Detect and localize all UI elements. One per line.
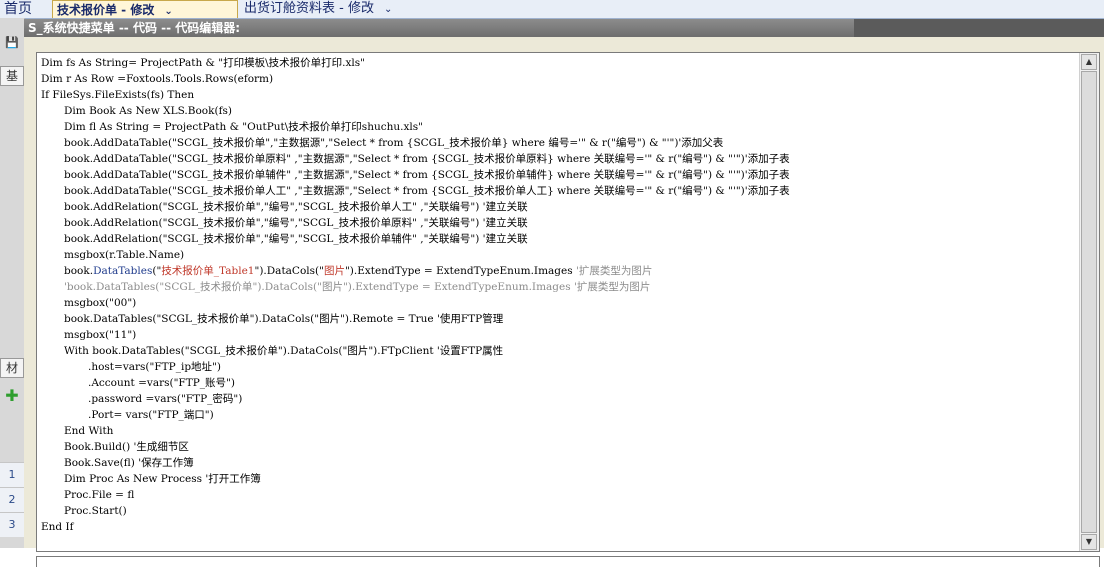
code-line: Book.Save(fl) '保存工作簿	[64, 457, 194, 469]
code-line: book.AddDataTable("SCGL_技术报价单原料" ,"主数据源"…	[64, 153, 790, 165]
scrollbar-thumb[interactable]	[1081, 71, 1097, 533]
code-line: .Port= vars("FTP_端口")	[88, 409, 214, 421]
code-line: End If	[41, 521, 74, 533]
tab-home[interactable]: 首页	[4, 0, 32, 18]
code-token: ").ExtendType = ExtendTypeEnum.Images	[344, 265, 576, 277]
grid-row-number: 3	[0, 512, 24, 537]
code-token: ").DataCols("	[254, 265, 324, 277]
code-line: If FileSys.FileExists(fs) Then	[41, 89, 195, 101]
chevron-down-icon[interactable]: ⌄	[384, 1, 392, 19]
code-line: book.DataTables("SCGL_技术报价单").DataCols("…	[64, 313, 504, 325]
tab-shipping-booking-edit-label: 出货订舱资料表 - 修改	[244, 1, 374, 16]
code-line: With book.DataTables("SCGL_技术报价单").DataC…	[64, 345, 504, 357]
code-area[interactable]: Dim fs As String= ProjectPath & "打印模板\技术…	[41, 55, 1077, 551]
code-token-string: 技术报价单_Table1	[161, 265, 255, 277]
background-left-panel: 💾 基 材 ✚ 1 2 3	[0, 18, 25, 548]
code-line: book.AddDataTable("SCGL_技术报价单辅件" ,"主数据源"…	[64, 169, 790, 181]
title-bar-shade	[854, 19, 1104, 37]
vertical-scrollbar[interactable]: ▲ ▼	[1079, 53, 1099, 551]
code-line-comment: 'book.DataTables("SCGL_技术报价单").DataCols(…	[64, 281, 651, 293]
code-line: book.AddDataTable("SCGL_技术报价单人工" ,"主数据源"…	[64, 185, 790, 197]
code-line: Proc.File = fl	[64, 489, 135, 501]
code-line: book.AddDataTable("SCGL_技术报价单","主数据源","S…	[64, 137, 724, 149]
code-line: .Account =vars("FTP_账号")	[88, 377, 235, 389]
code-line: msgbox(r.Table.Name)	[64, 249, 185, 261]
code-token-comment: '扩展类型为图片	[575, 265, 653, 277]
tab-tech-quote-edit-label: 技术报价单 - 修改	[57, 3, 155, 17]
code-line: book.AddRelation("SCGL_技术报价单","编号","SCGL…	[64, 233, 528, 245]
scroll-up-icon[interactable]: ▲	[1081, 54, 1097, 70]
code-line: book.AddRelation("SCGL_技术报价单","编号","SCGL…	[64, 217, 528, 229]
add-icon[interactable]: ✚	[0, 386, 24, 405]
code-line: Dim fs As String= ProjectPath & "打印模板\技术…	[41, 57, 365, 69]
code-token-string: 图片	[323, 265, 345, 277]
tab-material[interactable]: 材	[0, 358, 24, 378]
output-panel[interactable]	[36, 556, 1100, 567]
code-line: End With	[64, 425, 114, 437]
tab-shipping-booking-edit[interactable]: 出货订舱资料表 - 修改 ⌄	[244, 0, 392, 18]
code-token-keyword: DataTables	[93, 265, 153, 277]
code-line: Dim r As Row =Foxtools.Tools.Rows(eform)	[41, 73, 274, 85]
code-line: Book.Build() '生成细节区	[64, 441, 189, 453]
tab-tech-quote-edit[interactable]: 技术报价单 - 修改 ⌄	[52, 0, 238, 18]
code-token: ("	[152, 265, 162, 277]
code-editor[interactable]: Dim fs As String= ProjectPath & "打印模板\技术…	[36, 52, 1100, 552]
code-token: book.	[64, 265, 94, 277]
code-line: msgbox("11")	[64, 329, 137, 341]
code-line: .password =vars("FTP_密码")	[88, 393, 243, 405]
code-line: .host=vars("FTP_ip地址")	[88, 361, 221, 373]
document-tab-bar: 首页 技术报价单 - 修改 ⌄ 出货订舱资料表 - 修改 ⌄	[0, 0, 1104, 19]
grid-row-number: 2	[0, 487, 24, 512]
code-line-highlighted: book.DataTables("技术报价单_Table1").DataCols…	[41, 263, 1077, 279]
code-line: book.AddRelation("SCGL_技术报价单","编号","SCGL…	[64, 201, 528, 213]
code-line: msgbox("00")	[64, 297, 137, 309]
code-line: Dim Book As New XLS.Book(fs)	[64, 105, 232, 117]
code-line: Proc.Start()	[64, 505, 127, 517]
save-icon[interactable]: 💾	[0, 36, 24, 49]
dialog-title: S_系统快捷菜单 -- 代码 -- 代码编辑器:	[28, 21, 241, 35]
code-line: Dim Proc As New Process '打开工作簿	[64, 473, 261, 485]
code-line: Dim fl As String = ProjectPath & "OutPut…	[64, 121, 423, 133]
code-editor-dialog: S_系统快捷菜单 -- 代码 -- 代码编辑器: Dim fs As Strin…	[24, 19, 1104, 567]
grid-row-number: 1	[0, 462, 24, 487]
tab-basic[interactable]: 基	[0, 66, 24, 86]
